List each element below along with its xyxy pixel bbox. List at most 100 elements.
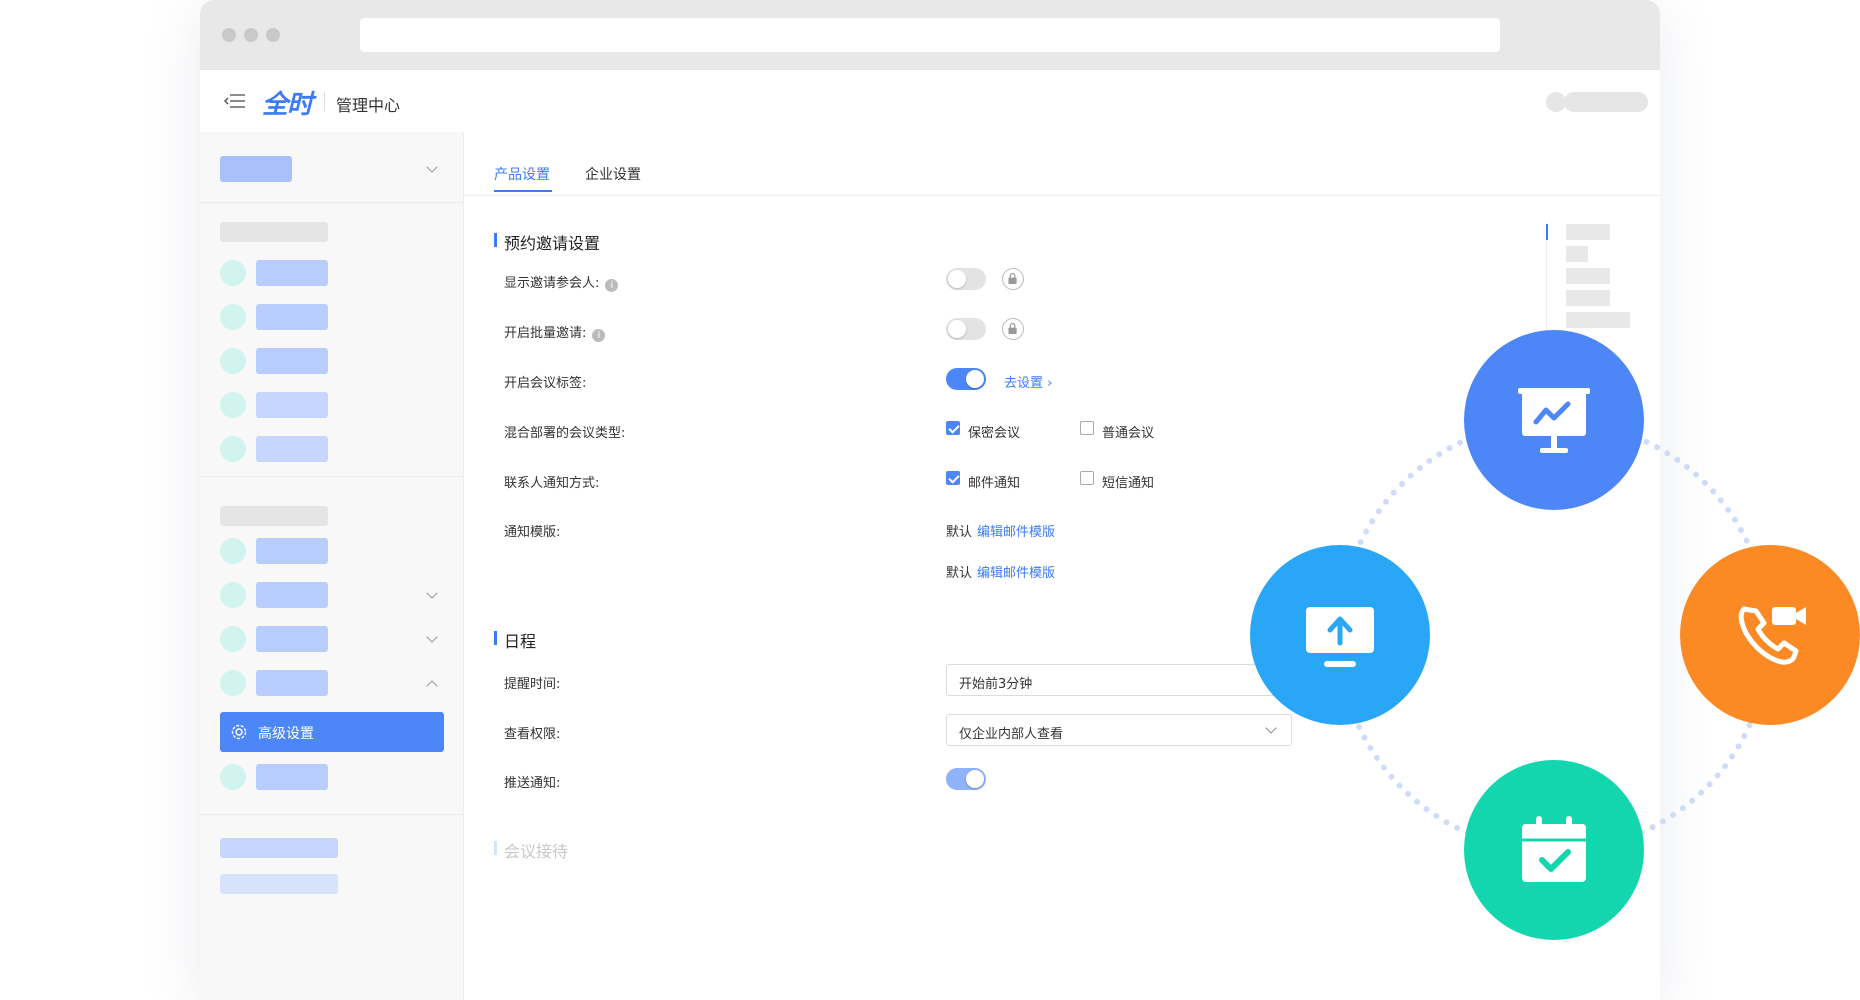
sidebar-item[interactable] bbox=[256, 348, 328, 374]
email-notify-label: 邮件通知 bbox=[968, 476, 1021, 491]
tabs-divider bbox=[464, 195, 1660, 196]
info-icon[interactable]: i bbox=[592, 329, 606, 342]
brand-logo[interactable]: 全时 bbox=[262, 84, 313, 121]
confidential-meeting-label: 保密会议 bbox=[968, 426, 1021, 441]
user-name-placeholder[interactable] bbox=[1564, 92, 1648, 112]
gear-icon bbox=[231, 724, 247, 740]
org-selector[interactable] bbox=[220, 156, 292, 182]
menu-fold-icon[interactable] bbox=[224, 92, 246, 110]
sidebar-item[interactable] bbox=[256, 626, 328, 652]
show-invitees-toggle[interactable] bbox=[946, 268, 986, 290]
top-bar: 全时 管理中心 bbox=[200, 70, 1660, 132]
view-permission-select[interactable]: 仅企业内部人查看 bbox=[946, 714, 1292, 746]
reminder-time-select[interactable]: 开始前3分钟 bbox=[946, 664, 1292, 696]
contact-notify-label: 联系人通知方式: bbox=[504, 476, 600, 491]
window-dot-minimize[interactable] bbox=[244, 28, 258, 42]
sidebar-item-label: 高级设置 bbox=[258, 726, 314, 742]
edit-email-template-link[interactable]: 编辑邮件模版 bbox=[977, 521, 1055, 540]
hybrid-types-label: 混合部署的会议类型: bbox=[504, 426, 626, 441]
anchor-link[interactable] bbox=[1566, 224, 1610, 240]
sidebar-divider bbox=[200, 202, 464, 203]
screen-share-feature bbox=[1250, 545, 1430, 725]
chevron-down-icon[interactable] bbox=[426, 587, 438, 599]
chevron-down-icon bbox=[1265, 722, 1277, 734]
avatar[interactable] bbox=[1546, 92, 1566, 112]
lock-icon bbox=[1002, 268, 1024, 290]
address-bar[interactable] bbox=[360, 18, 1500, 52]
sidebar-item[interactable] bbox=[256, 392, 328, 418]
meeting-tags-settings-link[interactable]: 去设置 › bbox=[1004, 372, 1052, 391]
meeting-tags-toggle[interactable] bbox=[946, 368, 986, 390]
window-dot-maximize[interactable] bbox=[266, 28, 280, 42]
sidebar-footer-item[interactable] bbox=[220, 838, 338, 858]
edit-email-template-link[interactable]: 编辑邮件模版 bbox=[977, 562, 1055, 581]
meeting-tags-label: 开启会议标签: bbox=[504, 376, 587, 391]
sidebar-divider bbox=[200, 814, 464, 815]
sidebar-item[interactable] bbox=[256, 538, 328, 564]
anchor-link[interactable] bbox=[1566, 312, 1630, 328]
sidebar-item-icon bbox=[220, 260, 246, 286]
window-dot-close[interactable] bbox=[222, 28, 236, 42]
batch-invite-label: 开启批量邀请: i bbox=[504, 322, 606, 342]
anchor-active-indicator bbox=[1546, 224, 1548, 240]
regular-meeting-checkbox[interactable] bbox=[1080, 421, 1094, 435]
screen-share-icon bbox=[1306, 607, 1374, 667]
sidebar-group-heading bbox=[220, 222, 328, 242]
batch-invite-toggle[interactable] bbox=[946, 318, 986, 340]
show-invitees-label: 显示邀请参会人: i bbox=[504, 272, 619, 292]
calendar-check-icon bbox=[1522, 816, 1586, 882]
sidebar-item[interactable] bbox=[256, 436, 328, 462]
sidebar-item[interactable] bbox=[256, 582, 328, 608]
regular-meeting-label: 普通会议 bbox=[1102, 426, 1155, 441]
anchor-link[interactable] bbox=[1566, 246, 1588, 262]
push-notify-label: 推送通知: bbox=[504, 776, 561, 791]
section-title-invite: 预约邀请设置 bbox=[494, 230, 600, 254]
anchor-nav bbox=[1546, 222, 1656, 342]
push-notify-toggle[interactable] bbox=[946, 768, 986, 790]
view-permission-label: 查看权限: bbox=[504, 727, 561, 742]
lock-icon bbox=[1002, 318, 1024, 340]
confidential-meeting-checkbox[interactable] bbox=[946, 421, 960, 435]
chevron-right-icon: › bbox=[1047, 376, 1053, 391]
video-call-feature bbox=[1680, 545, 1860, 725]
sidebar-item[interactable] bbox=[256, 304, 328, 330]
sidebar-item[interactable] bbox=[256, 260, 328, 286]
tab-enterprise-settings[interactable]: 企业设置 bbox=[585, 164, 641, 184]
sidebar-item[interactable] bbox=[256, 764, 328, 790]
anchor-link[interactable] bbox=[1566, 290, 1610, 306]
chevron-up-icon[interactable] bbox=[426, 680, 438, 692]
anchor-link[interactable] bbox=[1566, 268, 1610, 284]
chevron-down-icon[interactable] bbox=[426, 631, 438, 643]
section-title-schedule: 日程 bbox=[494, 628, 536, 652]
reminder-time-label: 提醒时间: bbox=[504, 677, 561, 692]
sidebar-item-icon bbox=[220, 348, 246, 374]
section-title-reception: 会议接待 bbox=[494, 838, 568, 862]
presentation-feature bbox=[1464, 330, 1644, 510]
sidebar-item-icon bbox=[220, 626, 246, 652]
sidebar-divider bbox=[200, 476, 464, 477]
presentation-icon bbox=[1518, 388, 1590, 453]
sidebar-item-icon bbox=[220, 436, 246, 462]
sms-notify-label: 短信通知 bbox=[1102, 476, 1155, 491]
active-tab-indicator bbox=[494, 190, 552, 192]
sidebar-item[interactable] bbox=[256, 670, 328, 696]
template-default-text: 默认 bbox=[946, 525, 973, 540]
info-icon[interactable]: i bbox=[605, 279, 619, 292]
logo-divider bbox=[324, 92, 325, 112]
sms-notify-checkbox[interactable] bbox=[1080, 471, 1094, 485]
sidebar-footer-item[interactable] bbox=[220, 874, 338, 894]
view-permission-value: 仅企业内部人查看 bbox=[959, 727, 1064, 742]
sidebar-item-icon bbox=[220, 538, 246, 564]
email-notify-checkbox[interactable] bbox=[946, 471, 960, 485]
sidebar: 高级设置 bbox=[200, 132, 464, 1000]
stage: 全时 管理中心 高级设置 产品设置 企业设置 预约邀请设置 显示邀请参会人: i… bbox=[0, 0, 1860, 1000]
notify-template-label: 通知模版: bbox=[504, 525, 561, 540]
app-title: 管理中心 bbox=[336, 96, 401, 115]
sidebar-item-icon bbox=[220, 764, 246, 790]
sidebar-item-advanced-settings[interactable]: 高级设置 bbox=[220, 712, 444, 752]
template-default-text: 默认 bbox=[946, 566, 973, 581]
chevron-down-icon[interactable] bbox=[426, 161, 438, 173]
sidebar-item-icon bbox=[220, 582, 246, 608]
sidebar-item-icon bbox=[220, 304, 246, 330]
tab-product-settings[interactable]: 产品设置 bbox=[494, 164, 550, 184]
